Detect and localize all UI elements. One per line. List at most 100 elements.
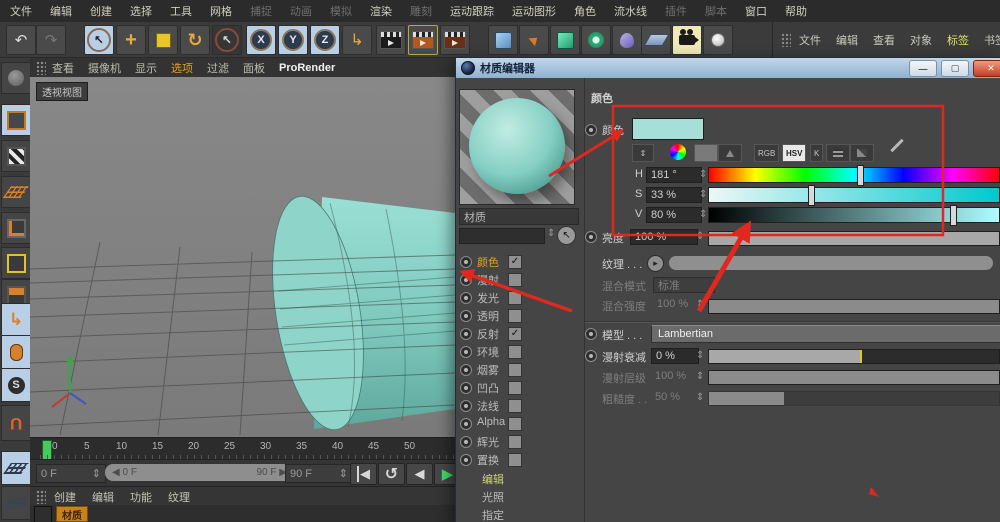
menu-file[interactable]: 文件: [10, 3, 32, 19]
close-button[interactable]: ✕: [973, 60, 1000, 77]
model-dropdown[interactable]: Lambertian: [651, 325, 1000, 343]
stepper-icon[interactable]: ⇕: [699, 189, 707, 200]
menu-script[interactable]: 脚本: [705, 3, 727, 19]
channel-label[interactable]: 烟雾: [477, 362, 499, 378]
texture-browse-button[interactable]: ▸: [647, 255, 664, 272]
workplane-mode-button[interactable]: [1, 176, 31, 208]
stepper-icon[interactable]: ⇕: [699, 209, 707, 220]
workplane-snap-button[interactable]: [1, 486, 31, 520]
sculpt-mode-button[interactable]: [1, 62, 31, 94]
points-mode-button[interactable]: [1, 212, 31, 244]
lock-y-axis-button[interactable]: Y: [278, 25, 308, 55]
vp-menu-display[interactable]: 显示: [135, 60, 157, 76]
add-generator-button[interactable]: [550, 25, 580, 55]
hue-value-field[interactable]: 181 °: [646, 167, 702, 183]
menu-render[interactable]: 渲染: [370, 3, 392, 19]
coordinate-system-button[interactable]: ↳: [342, 25, 372, 55]
channel-radio[interactable]: [460, 418, 472, 430]
material-name-input[interactable]: [459, 228, 545, 244]
channel-radio[interactable]: [460, 346, 472, 358]
channel-label[interactable]: 置换: [477, 452, 499, 468]
channel-checkbox[interactable]: [508, 435, 522, 449]
saturation-value-field[interactable]: 33 %: [646, 187, 702, 203]
rotate-tool[interactable]: ↻: [180, 25, 210, 55]
value-value-field[interactable]: 80 %: [646, 207, 702, 223]
menu-snap[interactable]: 捕捉: [250, 3, 272, 19]
value-handle[interactable]: [950, 205, 957, 226]
add-deformer-button[interactable]: [581, 25, 611, 55]
stepper-icon[interactable]: ⇕: [696, 392, 704, 403]
footer-label[interactable]: 指定: [482, 507, 504, 522]
roughness-slider[interactable]: [708, 391, 1000, 406]
vp-menu-panel[interactable]: 面板: [243, 60, 265, 76]
move-tool[interactable]: +: [116, 25, 146, 55]
stepper-icon[interactable]: ⇕: [699, 169, 707, 180]
hue-slider[interactable]: [708, 167, 1000, 183]
stepper-icon[interactable]: ⇕: [696, 299, 704, 310]
material-editor-titlebar[interactable]: 材质编辑器 — ▢ ✕: [456, 58, 1000, 79]
menu-mograph[interactable]: 运动图形: [512, 3, 556, 19]
vp-menu-cameras[interactable]: 摄像机: [88, 60, 121, 76]
mm-menu-edit[interactable]: 编辑: [92, 489, 114, 505]
stepper-icon[interactable]: ⇕: [92, 467, 101, 480]
grip-handle[interactable]: [781, 33, 791, 47]
vp-menu-prorender[interactable]: ProRender: [279, 62, 335, 74]
model-radio[interactable]: [585, 328, 597, 340]
channel-radio[interactable]: [460, 274, 472, 286]
lock-x-axis-button[interactable]: X: [246, 25, 276, 55]
color-radio[interactable]: [585, 124, 597, 136]
channel-radio[interactable]: [460, 454, 472, 466]
brightness-slider[interactable]: [708, 231, 1000, 246]
channel-checkbox[interactable]: [508, 417, 522, 431]
channel-label[interactable]: 发光: [477, 290, 499, 306]
maximize-button[interactable]: ▢: [941, 60, 969, 77]
menu-select[interactable]: 选择: [130, 3, 152, 19]
om-menu-tags[interactable]: 标签: [947, 32, 969, 48]
range-left-icon[interactable]: ◀: [112, 467, 120, 478]
add-light-button[interactable]: [703, 25, 733, 55]
channel-radio[interactable]: [460, 436, 472, 448]
menu-pipeline[interactable]: 流水线: [614, 3, 647, 19]
channel-radio[interactable]: [460, 400, 472, 412]
current-frame-field[interactable]: 0 F ⇕: [36, 464, 106, 483]
channel-checkbox[interactable]: [508, 291, 522, 305]
view-label[interactable]: 透视视图: [36, 82, 88, 101]
redo-button[interactable]: ↷: [36, 25, 66, 55]
material-name-tab[interactable]: 材质: [56, 506, 88, 522]
hsv-mode-button[interactable]: HSV: [782, 144, 806, 162]
hue-handle[interactable]: [857, 165, 864, 186]
channel-label[interactable]: 透明: [477, 308, 499, 324]
channel-radio[interactable]: [460, 256, 472, 268]
mixer-mode-icon[interactable]: [826, 144, 850, 162]
add-camera-button[interactable]: [672, 25, 702, 55]
enable-snap-button[interactable]: U: [1, 405, 31, 441]
viewport-solo-button[interactable]: [1, 335, 31, 369]
channel-label[interactable]: Alpha: [477, 416, 505, 428]
material-preview[interactable]: [459, 89, 575, 205]
brightness-radio[interactable]: [585, 231, 597, 243]
falloff-slider[interactable]: [708, 349, 1000, 364]
om-menu-file[interactable]: 文件: [799, 32, 821, 48]
loop-playback-button[interactable]: ↺: [378, 463, 405, 485]
texture-path-bar[interactable]: [669, 256, 993, 270]
grip-handle[interactable]: [36, 490, 46, 504]
rgb-mode-button[interactable]: RGB: [754, 144, 779, 162]
channel-checkbox[interactable]: [508, 345, 522, 359]
lock-z-axis-button[interactable]: Z: [310, 25, 340, 55]
vp-menu-view[interactable]: 查看: [52, 60, 74, 76]
snap-s-button[interactable]: S: [1, 368, 31, 402]
texture-mode-button[interactable]: [1, 140, 31, 172]
model-mode-button[interactable]: [1, 104, 31, 136]
render-to-picture-viewer-button[interactable]: [408, 25, 438, 55]
om-menu-bookmarks[interactable]: 书签: [984, 32, 1000, 48]
menu-tools[interactable]: 工具: [170, 3, 192, 19]
spline-pen-button[interactable]: [519, 25, 549, 55]
color-swatch[interactable]: [632, 118, 704, 140]
menu-help[interactable]: 帮助: [785, 3, 807, 19]
scale-tool[interactable]: [148, 25, 178, 55]
mix-strength-slider[interactable]: [708, 299, 1000, 314]
add-floor-button[interactable]: [641, 25, 671, 55]
menu-motion-tracker[interactable]: 运动跟踪: [450, 3, 494, 19]
stepper-icon[interactable]: ⇕: [696, 231, 704, 242]
timeline-ruler[interactable]: 0 5 10 15 20 25 30 35 40 45 50: [30, 437, 455, 460]
